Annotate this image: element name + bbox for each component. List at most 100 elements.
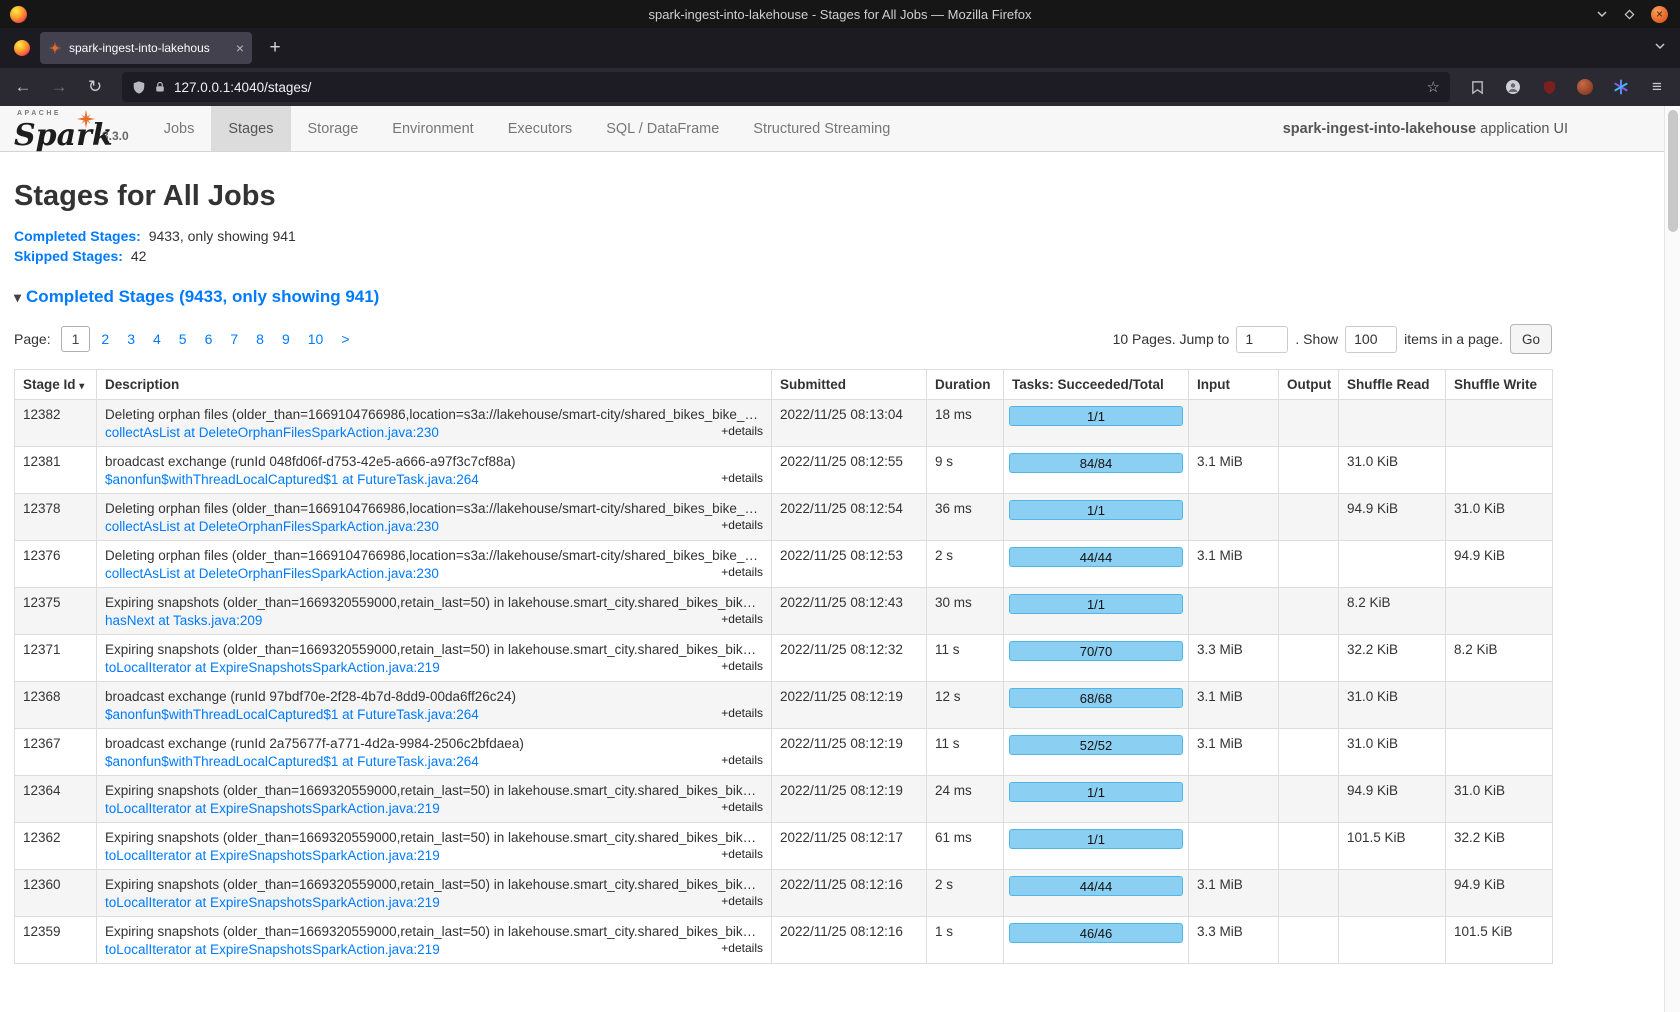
browser-tab[interactable]: spark-ingest-into-lakehous × <box>40 32 252 64</box>
page-link[interactable]: 9 <box>275 327 297 351</box>
details-toggle[interactable]: +details <box>721 659 763 673</box>
nav-item-structured-streaming[interactable]: Structured Streaming <box>736 106 907 151</box>
page-link-next[interactable]: > <box>334 327 356 351</box>
nav-item-executors[interactable]: Executors <box>491 106 589 151</box>
details-toggle[interactable]: +details <box>721 706 763 720</box>
stage-id-cell: 12359 <box>15 917 97 964</box>
input-cell: 3.1 MiB <box>1189 729 1279 776</box>
ublock-shield-icon[interactable] <box>1534 72 1564 102</box>
header-stage-id[interactable]: Stage Id ▾ <box>15 370 97 400</box>
window-minimize-button[interactable] <box>1596 8 1608 20</box>
section-title: Completed Stages (9433, only showing 941… <box>26 287 379 306</box>
stage-detail-link[interactable]: hasNext at Tasks.java:209 <box>105 613 262 628</box>
stage-detail-link[interactable]: toLocalIterator at ExpireSnapshotsSparkA… <box>105 895 440 910</box>
page-link[interactable]: 10 <box>301 327 331 351</box>
reload-button[interactable]: ↻ <box>80 72 110 102</box>
account-avatar-icon[interactable] <box>1498 72 1528 102</box>
shuffle-read-cell: 31.0 KiB <box>1339 682 1446 729</box>
skipped-stages-link[interactable]: Skipped Stages: <box>14 248 123 264</box>
task-progress-bar: 84/84 <box>1009 453 1183 473</box>
save-to-pocket-icon[interactable] <box>1462 72 1492 102</box>
stage-detail-link[interactable]: toLocalIterator at ExpireSnapshotsSparkA… <box>105 801 440 816</box>
page-link[interactable]: 8 <box>249 327 271 351</box>
go-button[interactable]: Go <box>1510 324 1552 354</box>
stage-row: 12381broadcast exchange (runId 048fd06f-… <box>15 447 1553 494</box>
page-link[interactable]: 5 <box>172 327 194 351</box>
page-link[interactable]: 4 <box>146 327 168 351</box>
nav-item-stages[interactable]: Stages <box>211 106 290 151</box>
show-label: . Show <box>1295 331 1338 347</box>
lock-icon[interactable] <box>154 80 166 94</box>
details-toggle[interactable]: +details <box>721 800 763 814</box>
stage-detail-link[interactable]: toLocalIterator at ExpireSnapshotsSparkA… <box>105 848 440 863</box>
extension-pinwheel-icon[interactable] <box>1606 72 1636 102</box>
stage-detail-link[interactable]: collectAsList at DeleteOrphanFilesSparkA… <box>105 519 439 534</box>
stage-id-cell: 12360 <box>15 870 97 917</box>
completed-stages-link[interactable]: Completed Stages: <box>14 228 141 244</box>
details-toggle[interactable]: +details <box>721 424 763 438</box>
scrollbar-thumb[interactable] <box>1668 110 1678 232</box>
url-bar[interactable]: 127.0.0.1:4040/stages/ ☆ <box>122 72 1450 102</box>
details-toggle[interactable]: +details <box>721 471 763 485</box>
nav-item-storage[interactable]: Storage <box>291 106 376 151</box>
page-link[interactable]: 2 <box>94 327 116 351</box>
bookmark-star-icon[interactable]: ☆ <box>1427 78 1440 96</box>
tracking-protection-shield-icon[interactable] <box>132 80 146 95</box>
firefox-view-button[interactable] <box>14 40 30 56</box>
input-cell: 3.1 MiB <box>1189 541 1279 588</box>
list-all-tabs-button[interactable] <box>1654 39 1666 57</box>
stage-detail-link[interactable]: toLocalIterator at ExpireSnapshotsSparkA… <box>105 942 440 957</box>
stage-detail-link[interactable]: collectAsList at DeleteOrphanFilesSparkA… <box>105 425 439 440</box>
output-cell <box>1279 870 1339 917</box>
page-link[interactable]: 6 <box>198 327 220 351</box>
tasks-cell: 1/1 <box>1004 776 1189 823</box>
header-input[interactable]: Input <box>1189 370 1279 400</box>
header-submitted[interactable]: Submitted <box>772 370 927 400</box>
header-shuffle-write[interactable]: Shuffle Write <box>1446 370 1553 400</box>
submitted-cell: 2022/11/25 08:12:53 <box>772 541 927 588</box>
header-duration[interactable]: Duration <box>927 370 1004 400</box>
details-toggle[interactable]: +details <box>721 941 763 955</box>
details-toggle[interactable]: +details <box>721 894 763 908</box>
nav-item-environment[interactable]: Environment <box>375 106 490 151</box>
submitted-cell: 2022/11/25 08:12:16 <box>772 917 927 964</box>
url-text[interactable]: 127.0.0.1:4040/stages/ <box>174 80 311 95</box>
tab-close-icon[interactable]: × <box>236 40 244 56</box>
details-toggle[interactable]: +details <box>721 847 763 861</box>
header-shuffle-read[interactable]: Shuffle Read <box>1339 370 1446 400</box>
spark-logo[interactable]: APACHE Spark 3.3.0 <box>14 106 129 151</box>
page-link[interactable]: 3 <box>120 327 142 351</box>
header-tasks[interactable]: Tasks: Succeeded/Total <box>1004 370 1189 400</box>
details-toggle[interactable]: +details <box>721 518 763 532</box>
header-output[interactable]: Output <box>1279 370 1339 400</box>
stage-detail-link[interactable]: toLocalIterator at ExpireSnapshotsSparkA… <box>105 660 440 675</box>
window-close-button[interactable]: × <box>1651 6 1668 23</box>
details-toggle[interactable]: +details <box>721 612 763 626</box>
shuffle-read-cell <box>1339 917 1446 964</box>
header-description[interactable]: Description <box>97 370 772 400</box>
completed-stages-section-header[interactable]: ▾Completed Stages (9433, only showing 94… <box>14 287 1552 307</box>
stage-detail-link[interactable]: $anonfun$withThreadLocalCaptured$1 at Fu… <box>105 472 479 487</box>
window-maximize-button[interactable] <box>1624 9 1635 20</box>
stage-detail-link[interactable]: $anonfun$withThreadLocalCaptured$1 at Fu… <box>105 707 479 722</box>
page-scrollbar[interactable] <box>1664 106 1680 1012</box>
extension-avatar-icon[interactable] <box>1570 72 1600 102</box>
show-count-input[interactable] <box>1345 326 1397 353</box>
back-button[interactable]: ← <box>8 72 38 102</box>
nav-item-sql-dataframe[interactable]: SQL / DataFrame <box>589 106 736 151</box>
nav-item-jobs[interactable]: Jobs <box>147 106 212 151</box>
details-toggle[interactable]: +details <box>721 565 763 579</box>
stage-description: broadcast exchange (runId 2a75677f-a771-… <box>105 736 763 751</box>
hamburger-menu-button[interactable]: ≡ <box>1642 72 1672 102</box>
tasks-cell: 70/70 <box>1004 635 1189 682</box>
forward-button[interactable]: → <box>44 72 74 102</box>
stage-detail-link[interactable]: collectAsList at DeleteOrphanFilesSparkA… <box>105 566 439 581</box>
application-name: spark-ingest-into-lakehouse <box>1283 121 1476 137</box>
page-link[interactable]: 7 <box>223 327 245 351</box>
stage-detail-link[interactable]: $anonfun$withThreadLocalCaptured$1 at Fu… <box>105 754 479 769</box>
details-toggle[interactable]: +details <box>721 753 763 767</box>
page-current[interactable]: 1 <box>61 326 91 352</box>
chevron-down-icon <box>1596 8 1608 20</box>
new-tab-button[interactable]: + <box>262 35 288 61</box>
jump-to-input[interactable] <box>1236 326 1288 353</box>
